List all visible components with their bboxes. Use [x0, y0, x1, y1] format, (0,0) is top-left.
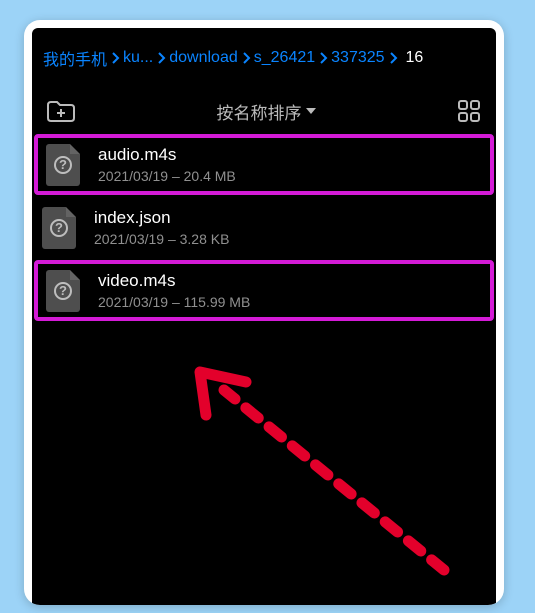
file-row[interactable]: ? index.json 2021/03/19 – 3.28 KB: [34, 197, 494, 258]
file-icon: ?: [42, 207, 76, 249]
breadcrumb-item[interactable]: download: [168, 49, 239, 67]
breadcrumb-item[interactable]: 我的手机: [42, 46, 108, 70]
chevron-right-icon: [108, 52, 122, 64]
sort-dropdown[interactable]: 按名称排序: [217, 99, 316, 124]
chevron-right-icon: [386, 52, 400, 64]
file-meta: 2021/03/19 – 115.99 MB: [98, 294, 250, 310]
file-row[interactable]: ? audio.m4s 2021/03/19 – 20.4 MB: [34, 134, 494, 195]
new-folder-button[interactable]: [44, 96, 78, 126]
file-text: index.json 2021/03/19 – 3.28 KB: [94, 208, 229, 246]
chevron-right-icon: [316, 52, 330, 64]
file-text: audio.m4s 2021/03/19 – 20.4 MB: [98, 145, 236, 183]
file-name: index.json: [94, 208, 229, 228]
tutorial-frame: 我的手机 ku... download s_26421 337325 16: [24, 20, 504, 605]
chevron-right-icon: [239, 52, 253, 64]
file-list: ? audio.m4s 2021/03/19 – 20.4 MB? index.jso…: [32, 134, 496, 321]
file-icon: ?: [46, 144, 80, 186]
breadcrumb-item[interactable]: ku...: [122, 49, 154, 67]
dropdown-icon: [306, 108, 316, 114]
file-meta: 2021/03/19 – 20.4 MB: [98, 168, 236, 184]
toolbar: 按名称排序: [32, 88, 496, 134]
breadcrumb-item[interactable]: s_26421: [253, 49, 316, 67]
device-screen: 我的手机 ku... download s_26421 337325 16: [32, 28, 496, 605]
sort-label: 按名称排序: [217, 99, 302, 124]
chevron-right-icon: [154, 52, 168, 64]
file-row[interactable]: ? video.m4s 2021/03/19 – 115.99 MB: [34, 260, 494, 321]
file-icon: ?: [46, 270, 80, 312]
file-text: video.m4s 2021/03/19 – 115.99 MB: [98, 271, 250, 309]
breadcrumb-item[interactable]: 337325: [330, 49, 385, 67]
grid-view-button[interactable]: [454, 96, 484, 126]
file-name: video.m4s: [98, 271, 250, 291]
file-name: audio.m4s: [98, 145, 236, 165]
breadcrumb-count: 16: [400, 49, 424, 67]
file-meta: 2021/03/19 – 3.28 KB: [94, 231, 229, 247]
breadcrumb: 我的手机 ku... download s_26421 337325 16: [32, 28, 496, 88]
